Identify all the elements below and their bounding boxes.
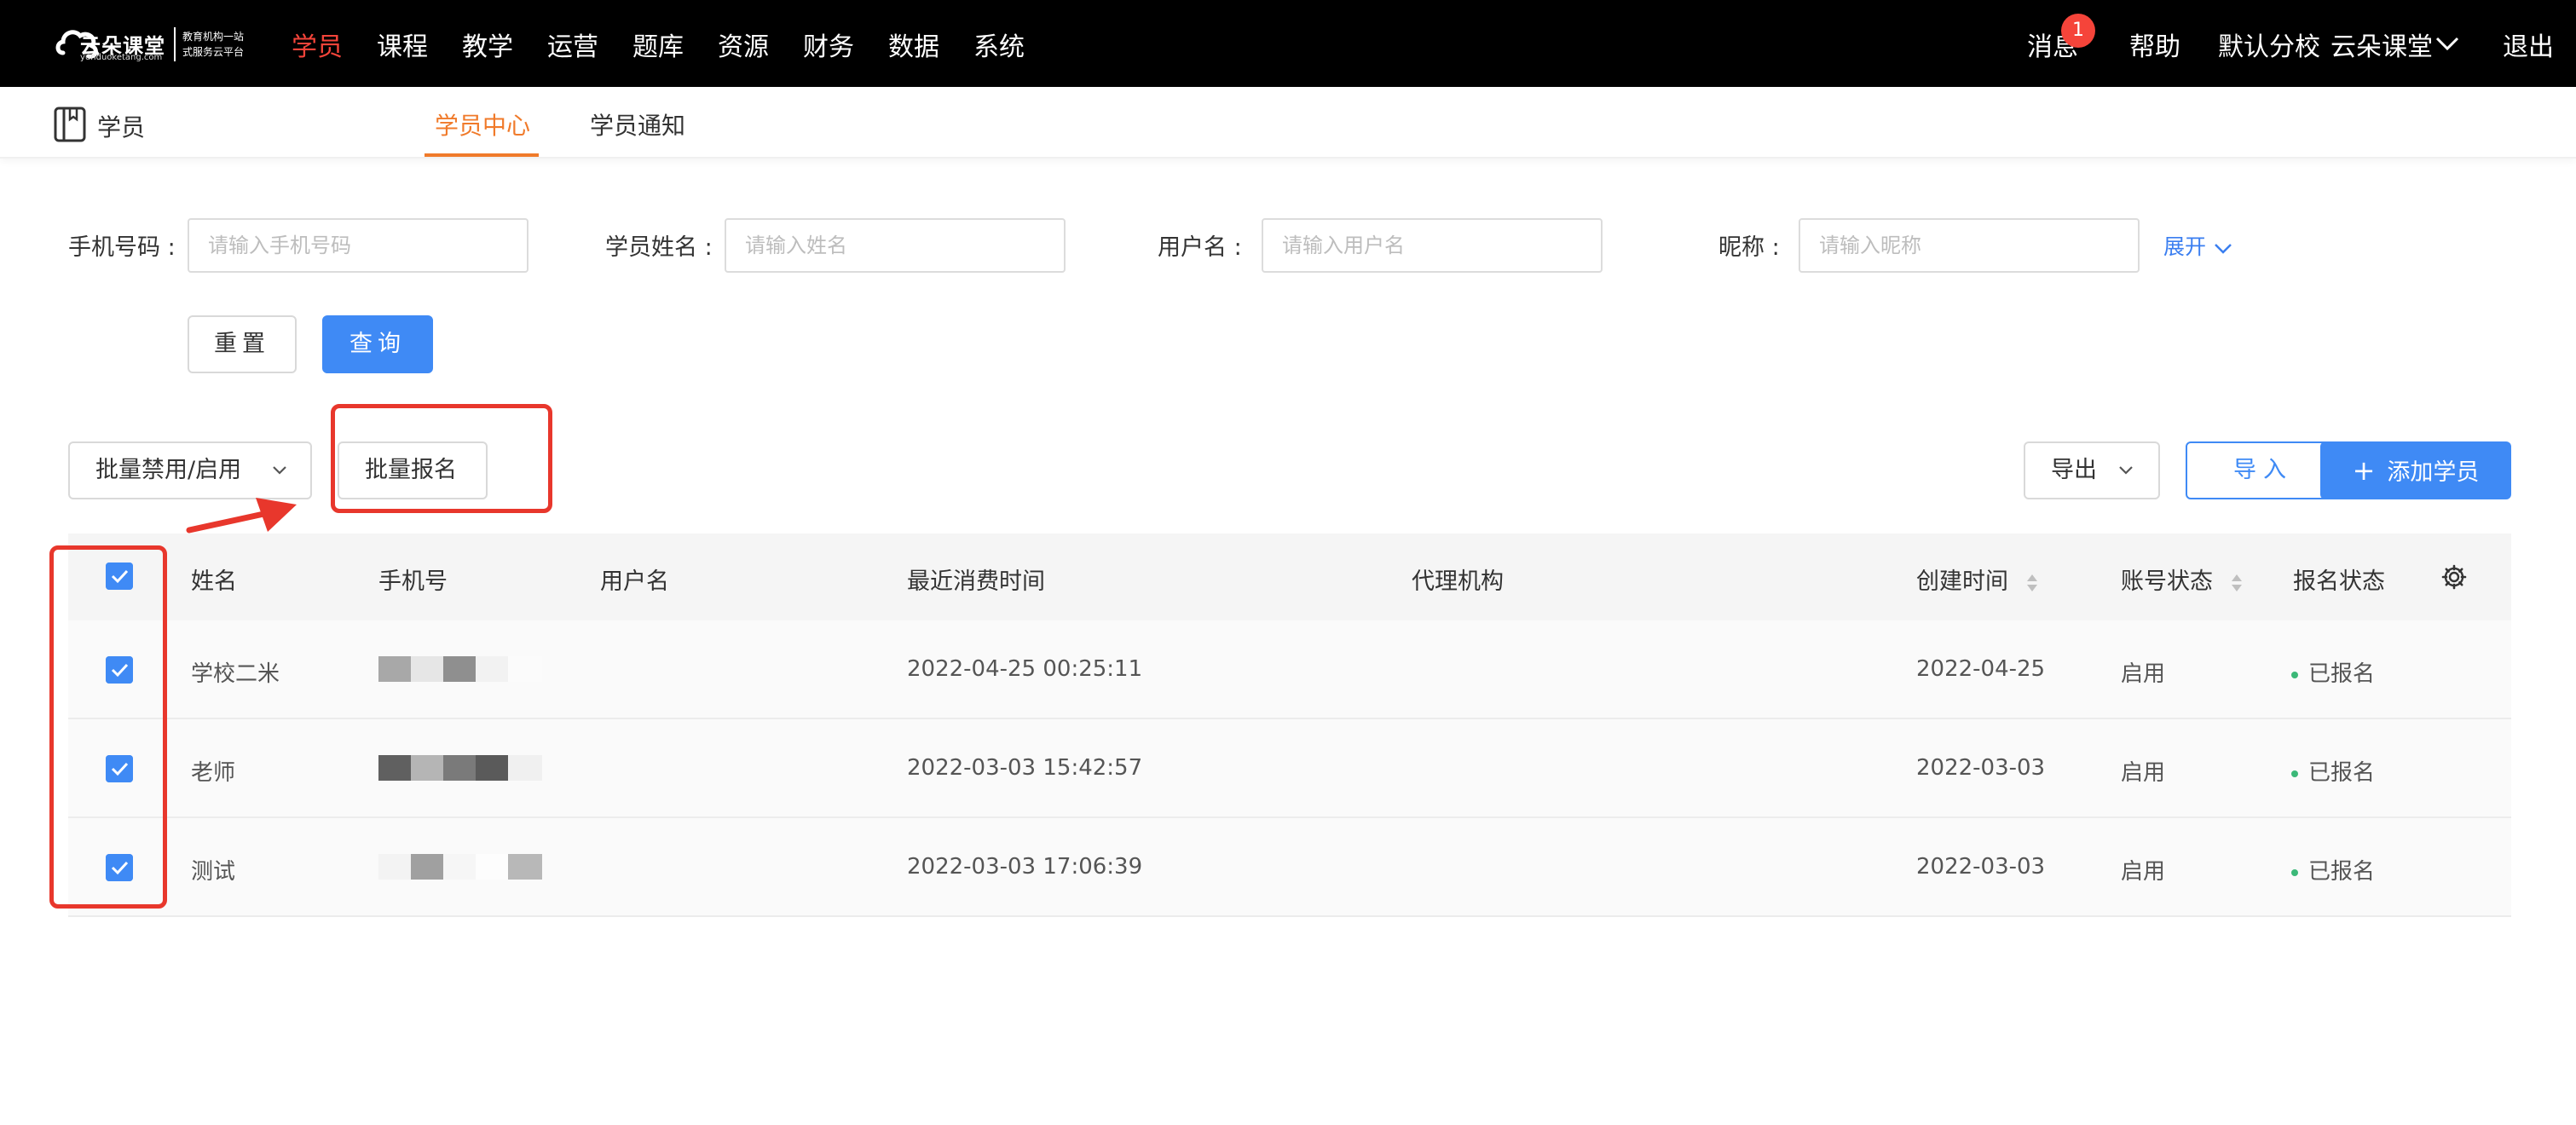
nav-item-data[interactable]: 数据 (888, 26, 939, 63)
cell-name: 老师 (191, 760, 236, 786)
nav-item-courses[interactable]: 课程 (377, 26, 428, 63)
expand-filters-link[interactable]: 展开 (2163, 230, 2233, 261)
student-name-input[interactable] (725, 218, 1066, 273)
add-student-label: 添加学员 (2387, 459, 2480, 486)
nickname-input[interactable] (1799, 218, 2140, 273)
tab-student-center[interactable]: 学员中心 (435, 107, 530, 141)
annotation-highlight-checkboxes (49, 545, 167, 909)
table-header: 姓名 手机号 用户名 最近消费时间 代理机构 创建时间 账号状态 报名状态 (68, 534, 2511, 620)
batch-disable-enable-label: 批量禁用/启用 (95, 457, 242, 483)
import-button[interactable]: 导入 (2186, 441, 2341, 499)
brand-logo[interactable]: 云朵课堂 yunduoketang.com 教育机构一站 式服务云平台 (55, 19, 247, 68)
chevron-down-icon (2119, 466, 2133, 475)
export-label: 导出 (2051, 457, 2097, 483)
notebook-icon (54, 107, 86, 142)
enroll-status-text: 已报名 (2308, 661, 2376, 687)
cell-name: 测试 (191, 859, 236, 885)
cell-name: 学校二米 (191, 661, 280, 687)
cell-created: 2022-04-25 (1916, 656, 2046, 682)
masked-phone-mosaic (378, 656, 542, 682)
column-header-phone: 手机号 (378, 568, 448, 595)
brand-slogan-line2: 式服务云平台 (182, 46, 245, 58)
cell-last-purchase: 2022-04-25 00:25:11 (907, 656, 1143, 682)
plus-icon: + (2352, 454, 2376, 487)
column-header-name: 姓名 (191, 568, 237, 595)
cell-account-status: 启用 (2121, 661, 2166, 687)
created-label: 创建时间 (1916, 568, 2008, 595)
masked-phone-mosaic (378, 854, 542, 880)
cell-created: 2022-03-03 (1916, 854, 2046, 880)
help-link[interactable]: 帮助 (2129, 26, 2180, 63)
phone-input[interactable] (188, 218, 528, 273)
reset-button[interactable]: 重置 (188, 315, 297, 373)
cell-account-status: 启用 (2121, 859, 2166, 885)
column-header-last-purchase: 最近消费时间 (907, 568, 1045, 595)
logo-divider (174, 27, 176, 61)
column-header-username: 用户名 (600, 568, 669, 595)
sub-header: 学员 学员中心 学员通知 (0, 87, 2576, 159)
campus-selector[interactable]: 默认分校 (2218, 26, 2320, 63)
column-header-agency: 代理机构 (1412, 568, 1504, 595)
cell-created: 2022-03-03 (1916, 755, 2046, 781)
column-header-created[interactable]: 创建时间 (1916, 562, 2038, 596)
annotation-arrow-icon (186, 498, 297, 534)
cell-last-purchase: 2022-03-03 17:06:39 (907, 854, 1143, 880)
cell-enroll-status: 已报名 (2291, 656, 2375, 688)
column-header-enroll-status: 报名状态 (2293, 568, 2385, 595)
messages-count-badge: 1 (2061, 14, 2095, 48)
gear-icon[interactable] (2441, 564, 2467, 590)
username-label: 用户名 : (1158, 234, 1242, 261)
table-row[interactable]: 老师 2022-03-03 15:42:57 2022-03-03 启用 已报名 (68, 719, 2511, 818)
table-row[interactable]: 测试 2022-03-03 17:06:39 2022-03-03 启用 已报名 (68, 818, 2511, 917)
chevron-down-icon[interactable] (2434, 34, 2460, 53)
status-dot-icon (2291, 770, 2298, 777)
top-navigation-bar: 云朵课堂 yunduoketang.com 教育机构一站 式服务云平台 学员 课… (0, 0, 2576, 87)
nav-item-finance[interactable]: 财务 (803, 26, 854, 63)
chevron-down-icon (273, 466, 286, 475)
brand-url: yunduoketang.com (80, 53, 163, 62)
add-student-button[interactable]: + 添加学员 (2320, 441, 2511, 499)
nav-item-system[interactable]: 系统 (973, 26, 1025, 63)
brand-slogan-line1: 教育机构一站 (182, 31, 245, 43)
active-tab-underline (425, 153, 539, 157)
masked-phone-mosaic (378, 755, 542, 781)
enroll-status-text: 已报名 (2308, 760, 2376, 786)
nav-item-operations[interactable]: 运营 (547, 26, 598, 63)
nav-item-question-bank[interactable]: 题库 (632, 26, 684, 63)
cell-enroll-status: 已报名 (2291, 755, 2375, 787)
annotation-highlight-batch-enroll (331, 404, 552, 513)
enroll-status-text: 已报名 (2308, 859, 2376, 885)
status-dot-icon (2291, 671, 2298, 678)
column-header-account-status[interactable]: 账号状态 (2121, 562, 2243, 596)
account-menu[interactable]: 云朵课堂 (2331, 26, 2433, 63)
cell-enroll-status: 已报名 (2291, 854, 2375, 886)
nav-item-resources[interactable]: 资源 (718, 26, 769, 63)
logout-link[interactable]: 退出 (2503, 26, 2554, 63)
cell-last-purchase: 2022-03-03 15:42:57 (907, 755, 1143, 781)
export-dropdown[interactable]: 导出 (2024, 441, 2160, 499)
status-dot-icon (2291, 868, 2298, 876)
query-button[interactable]: 查询 (322, 315, 433, 373)
table-row[interactable]: 学校二米 2022-04-25 00:25:11 2022-04-25 启用 已… (68, 620, 2511, 719)
username-input[interactable] (1262, 218, 1603, 273)
sort-icon[interactable] (2231, 573, 2243, 593)
phone-label: 手机号码 : (68, 234, 176, 261)
student-name-label: 学员姓名 : (605, 234, 713, 261)
nickname-label: 昵称 : (1718, 234, 1780, 261)
nav-item-students[interactable]: 学员 (292, 26, 343, 63)
cell-account-status: 启用 (2121, 760, 2166, 786)
account-status-label: 账号状态 (2121, 568, 2213, 595)
expand-label: 展开 (2163, 234, 2207, 259)
sort-icon[interactable] (2026, 573, 2038, 593)
section-title: 学员 (97, 113, 146, 141)
tab-student-notice[interactable]: 学员通知 (590, 107, 685, 141)
nav-item-teaching[interactable]: 教学 (462, 26, 513, 63)
chevron-down-icon (2215, 244, 2232, 254)
